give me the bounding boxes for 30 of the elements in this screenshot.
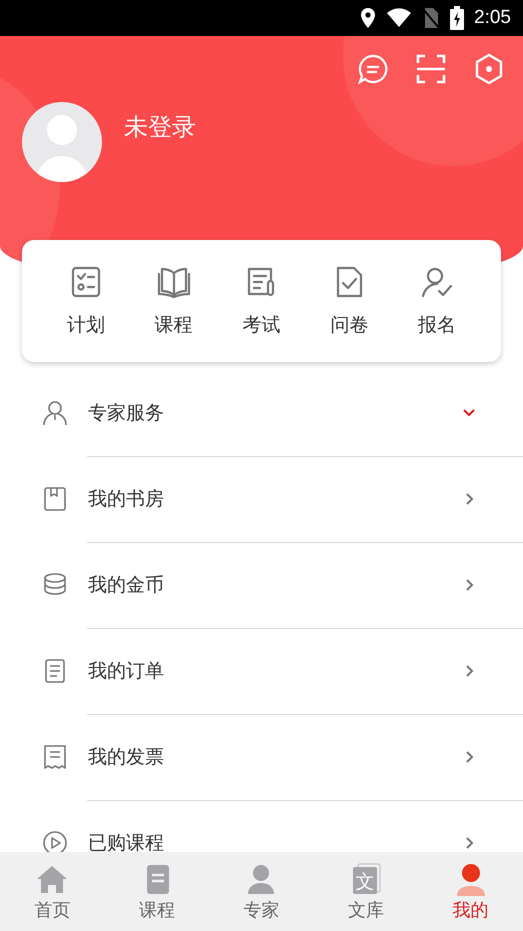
scan-button[interactable] [415, 53, 447, 85]
no-sim-icon [422, 7, 440, 29]
menu-item[interactable]: 已购课程 [0, 800, 523, 852]
tab[interactable]: 文 文库 [314, 852, 418, 931]
location-icon [360, 7, 376, 29]
message-button[interactable] [357, 53, 389, 85]
coin-stack-icon [42, 572, 68, 598]
bookmark-book-icon [42, 486, 68, 512]
menu-item[interactable]: 我的金币 [0, 542, 523, 628]
tab[interactable]: 我的 [418, 852, 523, 931]
receipt-icon [42, 744, 68, 770]
shortcut-button[interactable]: 问卷 [330, 264, 368, 338]
tab[interactable]: 首页 [0, 852, 105, 931]
tab[interactable]: 课程 [104, 852, 210, 931]
menu-item[interactable]: 专家服务 [0, 370, 523, 456]
tab[interactable]: 专家 [209, 852, 314, 931]
wifi-icon [386, 8, 412, 28]
menu-item[interactable]: 我的书房 [0, 456, 523, 542]
menu-item[interactable]: 我的订单 [0, 628, 523, 714]
shortcut-button[interactable]: 计划 [66, 264, 105, 338]
shortcut-button[interactable]: 考试 [242, 264, 280, 338]
menu-item[interactable]: 我的发票 [0, 714, 523, 800]
shortcut-button[interactable]: 课程 [154, 264, 193, 338]
status-time: 2:05 [474, 7, 511, 29]
chevron-down-icon [463, 407, 475, 419]
settings-button[interactable] [473, 53, 505, 85]
battery-icon [450, 6, 464, 30]
shortcut-button[interactable]: 报名 [418, 264, 456, 338]
document-icon [42, 658, 68, 684]
person-icon [42, 400, 68, 426]
